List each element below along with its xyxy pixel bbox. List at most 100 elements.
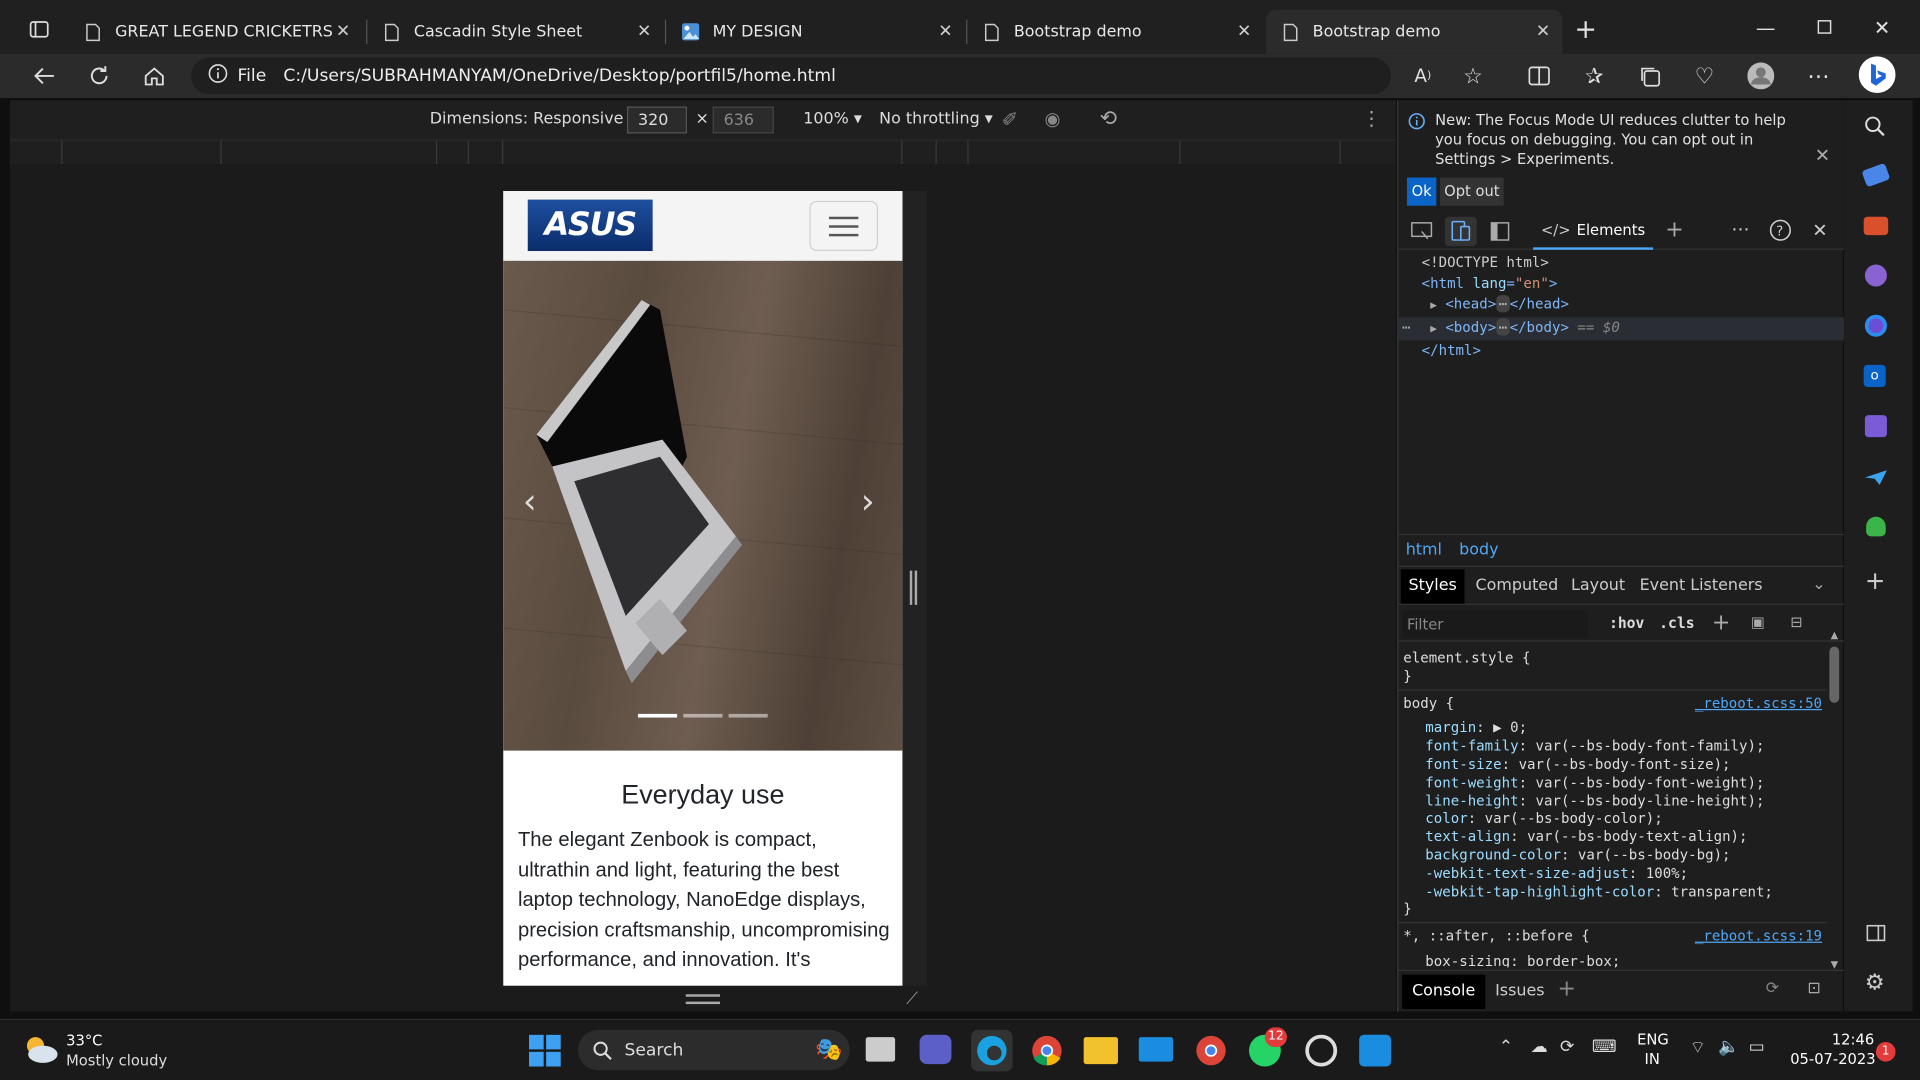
hov-button[interactable]: :hov — [1609, 615, 1644, 632]
weather-temp[interactable]: 33°C — [66, 1032, 102, 1049]
url-text[interactable]: C:/Users/SUBRAHMANYAM/OneDrive/Desktop/p… — [283, 66, 835, 86]
tab-issues[interactable]: Issues — [1495, 982, 1544, 1000]
close-devtools-icon[interactable]: ✕ — [1812, 219, 1827, 241]
home-icon[interactable] — [140, 61, 169, 90]
paint-app-icon[interactable] — [1359, 1034, 1392, 1067]
search-icon[interactable] — [1864, 115, 1886, 142]
sidebar-toggle-icon[interactable] — [1866, 923, 1886, 946]
tab-elements[interactable]: </> Elements — [1533, 213, 1654, 250]
back-icon[interactable] — [29, 61, 58, 90]
teams-chat-icon[interactable] — [919, 1034, 952, 1065]
close-icon[interactable]: ✕ — [336, 22, 350, 42]
profile-avatar[interactable] — [1746, 61, 1775, 90]
ok-button[interactable]: Ok — [1406, 177, 1437, 206]
css-declaration[interactable]: -webkit-tap-highlight-color: transparent… — [1425, 882, 1822, 900]
copilot-bing-icon[interactable] — [1858, 56, 1896, 94]
designer-icon[interactable] — [1864, 415, 1887, 438]
tab-event-listeners[interactable]: Event Listeners — [1640, 577, 1763, 595]
filter-input[interactable]: Filter — [1402, 611, 1589, 638]
wifi-icon[interactable]: ⌔ — [1690, 1037, 1706, 1059]
clock-date[interactable]: 05-07-2023 — [1790, 1051, 1875, 1068]
navbar-toggler-button[interactable] — [809, 200, 878, 252]
carousel-indicator-active[interactable] — [637, 713, 678, 718]
weather-cloud-icon[interactable] — [22, 1035, 59, 1069]
sensor-icon[interactable]: ✐ — [1002, 108, 1018, 131]
body-rule[interactable]: body { _reboot.scss:50 margin: ▶ 0; font-… — [1398, 688, 1827, 922]
tab-console[interactable]: Console — [1402, 974, 1486, 1009]
css-declaration[interactable]: background-color: var(--bs-body-bg); — [1425, 846, 1822, 864]
carousel-prev-icon[interactable]: ‹ — [523, 481, 537, 521]
styles-scrollbar[interactable]: ▲ ▼ — [1828, 629, 1840, 970]
css-declaration[interactable]: font-weight: var(--bs-body-font-weight); — [1425, 774, 1822, 792]
taskbar-search-box[interactable]: Search 🎭 — [577, 1029, 850, 1071]
close-icon[interactable]: ✕ — [1536, 22, 1550, 42]
address-bar[interactable]: File C:/Users/SUBRAHMANYAM/OneDrive/Desk… — [191, 57, 1392, 95]
task-view-icon[interactable] — [865, 1037, 896, 1062]
tab-3[interactable]: MY DESIGN ✕ — [666, 10, 965, 54]
shopping-tag-icon[interactable] — [1861, 162, 1891, 188]
cls-button[interactable]: .cls — [1659, 615, 1694, 632]
outlook-icon[interactable]: o — [1863, 364, 1886, 387]
read-aloud-icon[interactable]: A) — [1408, 61, 1437, 90]
collections-icon[interactable] — [1635, 61, 1664, 90]
dom-node[interactable]: <!DOCTYPE html> — [1398, 252, 1844, 273]
new-tab-icon[interactable]: + — [1571, 14, 1600, 45]
vision-icon[interactable]: ◉ — [1044, 108, 1060, 130]
drawer-plus-icon[interactable]: + — [1558, 976, 1576, 1002]
chrome-profile-icon[interactable] — [1195, 1035, 1227, 1072]
media-query-ruler[interactable] — [9, 139, 1396, 166]
css-declaration[interactable]: line-height: var(--bs-body-line-height); — [1425, 792, 1822, 810]
close-window-icon[interactable]: ✕ — [1867, 12, 1896, 41]
tree-icon[interactable] — [1866, 516, 1886, 537]
height-resize-handle[interactable] — [685, 994, 721, 1005]
source-link[interactable]: _reboot.scss:50 — [1695, 694, 1822, 712]
inspect-icon[interactable] — [1411, 222, 1433, 244]
add-sidebar-plus-icon[interactable]: + — [1865, 566, 1886, 595]
toggle-sidebar-icon[interactable]: ⊟ — [1790, 613, 1802, 630]
dock-drawer-icon[interactable]: ⊡ — [1807, 980, 1820, 998]
new-rule-plus-icon[interactable]: + — [1712, 610, 1730, 636]
dock-side-icon[interactable] — [1490, 222, 1510, 245]
css-declaration[interactable]: margin: ▶ 0; — [1425, 719, 1822, 737]
breadcrumb-body[interactable]: body — [1459, 541, 1498, 559]
microsoft-365-icon[interactable] — [1864, 314, 1887, 337]
tab-4[interactable]: Bootstrap demo ✕ — [967, 10, 1263, 54]
css-declaration[interactable]: font-family: var(--bs-body-font-family); — [1425, 737, 1822, 755]
dimensions-dropdown[interactable]: Dimensions: Responsive ▾ — [430, 110, 637, 128]
favorites-icon[interactable]: ✰ — [1580, 61, 1609, 90]
language-line2[interactable]: IN — [1644, 1051, 1659, 1068]
css-declaration[interactable]: text-align: var(--bs-body-text-align); — [1425, 828, 1822, 846]
clock-time[interactable]: 12:46 — [1832, 1031, 1874, 1048]
zoom-dropdown[interactable]: 100% ▾ — [803, 110, 862, 128]
width-input[interactable]: 320 — [626, 106, 687, 134]
language-line1[interactable]: ENG — [1637, 1031, 1669, 1048]
tab-computed[interactable]: Computed — [1476, 577, 1559, 595]
more-icon[interactable]: ⋯ — [1804, 61, 1833, 90]
device-emulation-icon[interactable] — [1444, 216, 1477, 247]
height-input[interactable]: 636 — [712, 106, 774, 134]
paint-brush-icon[interactable]: ▣ — [1751, 613, 1765, 630]
split-screen-icon[interactable] — [1524, 61, 1553, 90]
tab-actions-icon[interactable] — [24, 15, 53, 44]
chevron-up-icon[interactable]: ⌃ — [1499, 1037, 1513, 1057]
tools-briefcase-icon[interactable] — [1863, 216, 1889, 236]
tab-layout[interactable]: Layout — [1571, 577, 1625, 595]
close-notice-icon[interactable]: ✕ — [1815, 144, 1830, 166]
throttling-dropdown[interactable]: No throttling ▾ — [879, 110, 993, 128]
brand-logo[interactable]: ASUS — [527, 199, 653, 252]
css-declaration[interactable]: -webkit-text-size-adjust: 100%; — [1425, 864, 1822, 882]
sync-icon[interactable]: ⟳ — [1766, 980, 1779, 998]
mail-icon[interactable] — [1138, 1037, 1174, 1062]
universal-rule[interactable]: *, ::after, ::before { _reboot.scss:19 b… — [1398, 922, 1827, 967]
source-link[interactable]: _reboot.scss:19 — [1695, 927, 1822, 945]
windows-start-icon[interactable] — [528, 1034, 561, 1072]
games-icon[interactable] — [1864, 264, 1887, 287]
css-declaration[interactable]: font-size: var(--bs-body-font-size); — [1425, 755, 1822, 773]
sync-status-icon[interactable]: ⟳ — [1560, 1037, 1574, 1057]
info-icon[interactable] — [208, 64, 228, 88]
dom-node-head[interactable]: ▶ <head> ⋯ </head> — [1398, 294, 1844, 317]
close-icon[interactable]: ✕ — [637, 22, 651, 42]
help-icon[interactable]: ? — [1769, 219, 1792, 245]
dom-node[interactable]: <html lang="en"> — [1398, 273, 1844, 294]
browser-essentials-icon[interactable]: ♡ — [1690, 61, 1719, 90]
